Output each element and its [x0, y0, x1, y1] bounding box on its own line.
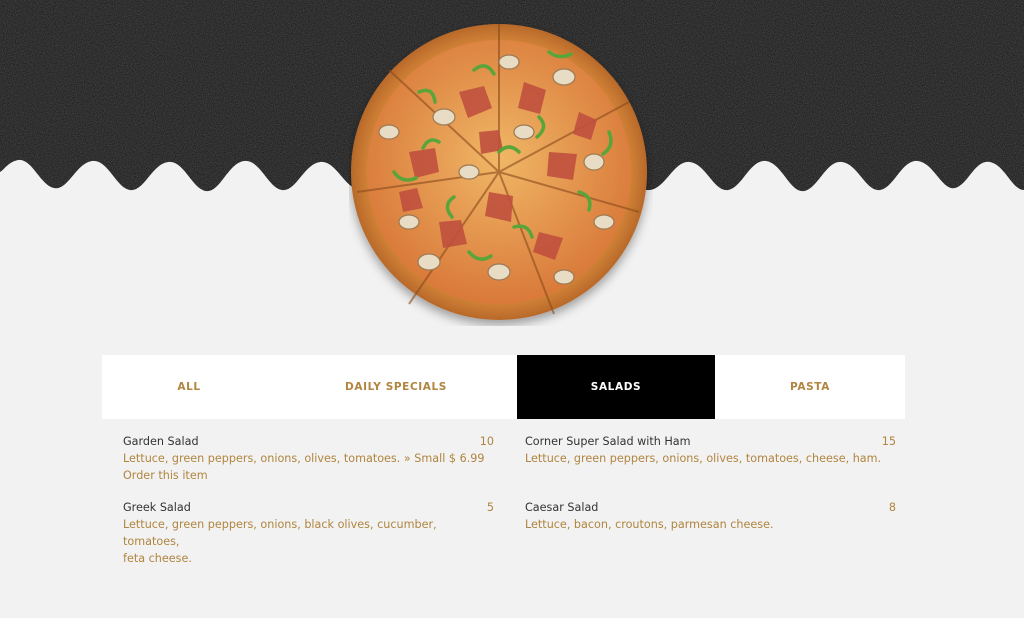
- tab-salads[interactable]: SALADS: [517, 355, 715, 419]
- item-price: 15: [881, 435, 896, 448]
- tab-pasta[interactable]: PASTA: [715, 355, 905, 419]
- item-name: Corner Super Salad with Ham: [525, 435, 691, 448]
- item-name: Garden Salad: [123, 435, 199, 448]
- menu-item: Greek Salad 5 Lettuce, green peppers, on…: [123, 499, 494, 567]
- item-description-line-1: Lettuce, green peppers, onions, black ol…: [123, 518, 437, 548]
- item-price: 8: [888, 501, 896, 514]
- tab-daily-specials[interactable]: DAILY SPECIALS: [276, 355, 516, 419]
- item-description: Lettuce, green peppers, onions, olives, …: [525, 452, 882, 465]
- item-price: 10: [479, 435, 494, 448]
- item-name: Greek Salad: [123, 501, 191, 514]
- pizza-illustration: [351, 24, 647, 320]
- menu-item: Garden Salad 10 Lettuce, green peppers, …: [123, 433, 494, 484]
- tab-all[interactable]: ALL: [102, 355, 276, 419]
- item-name: Caesar Salad: [525, 501, 599, 514]
- menu-item: Caesar Salad 8 Lettuce, bacon, croutons,…: [525, 499, 896, 533]
- item-description: Lettuce, green peppers, onions, olives, …: [123, 452, 485, 465]
- pizza-image: [349, 22, 653, 326]
- item-price: 5: [486, 501, 494, 514]
- menu-category-tabs: ALL DAILY SPECIALS SALADS PASTA: [102, 355, 905, 419]
- order-item-link[interactable]: Order this item: [123, 467, 494, 484]
- item-description: Lettuce, bacon, croutons, parmesan chees…: [525, 518, 774, 531]
- item-description-line-2: feta cheese.: [123, 552, 192, 565]
- menu-item: Corner Super Salad with Ham 15 Lettuce, …: [525, 433, 896, 467]
